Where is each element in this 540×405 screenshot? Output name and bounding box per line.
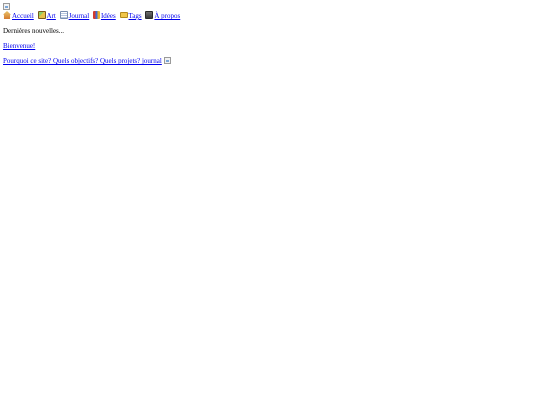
site-logo[interactable]: [3, 3, 10, 10]
nav-item-label: Idées: [100, 12, 116, 20]
page: Accueil Art Journal Idées Tags À propos …: [3, 3, 533, 66]
main-nav: Accueil Art Journal Idées Tags À propos: [3, 11, 533, 21]
post-item: Bienvenue!: [3, 42, 533, 51]
tags-icon: [119, 12, 128, 18]
site-header: [3, 3, 533, 11]
nav-item-accueil[interactable]: Accueil: [3, 11, 34, 20]
nav-item-idees[interactable]: Idées: [92, 11, 116, 20]
nav-item-label: À propos: [154, 12, 181, 20]
post-link-pourquoi[interactable]: Pourquoi ce site? Quels objectifs? Quels…: [3, 57, 162, 65]
nav-item-tags[interactable]: Tags: [119, 12, 142, 20]
journal-icon: [59, 11, 68, 19]
nav-item-label: Journal: [68, 12, 90, 20]
post-link-bienvenue[interactable]: Bienvenue!: [3, 42, 35, 50]
nav-item-label: Art: [46, 12, 56, 20]
nav-item-art[interactable]: Art: [37, 11, 56, 20]
post-image: [163, 57, 171, 64]
home-icon: [3, 11, 11, 19]
about-icon: [145, 11, 154, 19]
post-item: Pourquoi ce site? Quels objectifs? Quels…: [3, 57, 533, 66]
latest-news-heading: Dernières nouvelles...: [3, 27, 65, 35]
nav-item-journal[interactable]: Journal: [59, 11, 90, 20]
nav-item-apropos[interactable]: À propos: [145, 11, 181, 20]
nav-item-label: Tags: [128, 12, 142, 20]
ideas-icon: [92, 11, 100, 19]
nav-item-label: Accueil: [12, 12, 34, 20]
art-icon: [37, 11, 46, 19]
